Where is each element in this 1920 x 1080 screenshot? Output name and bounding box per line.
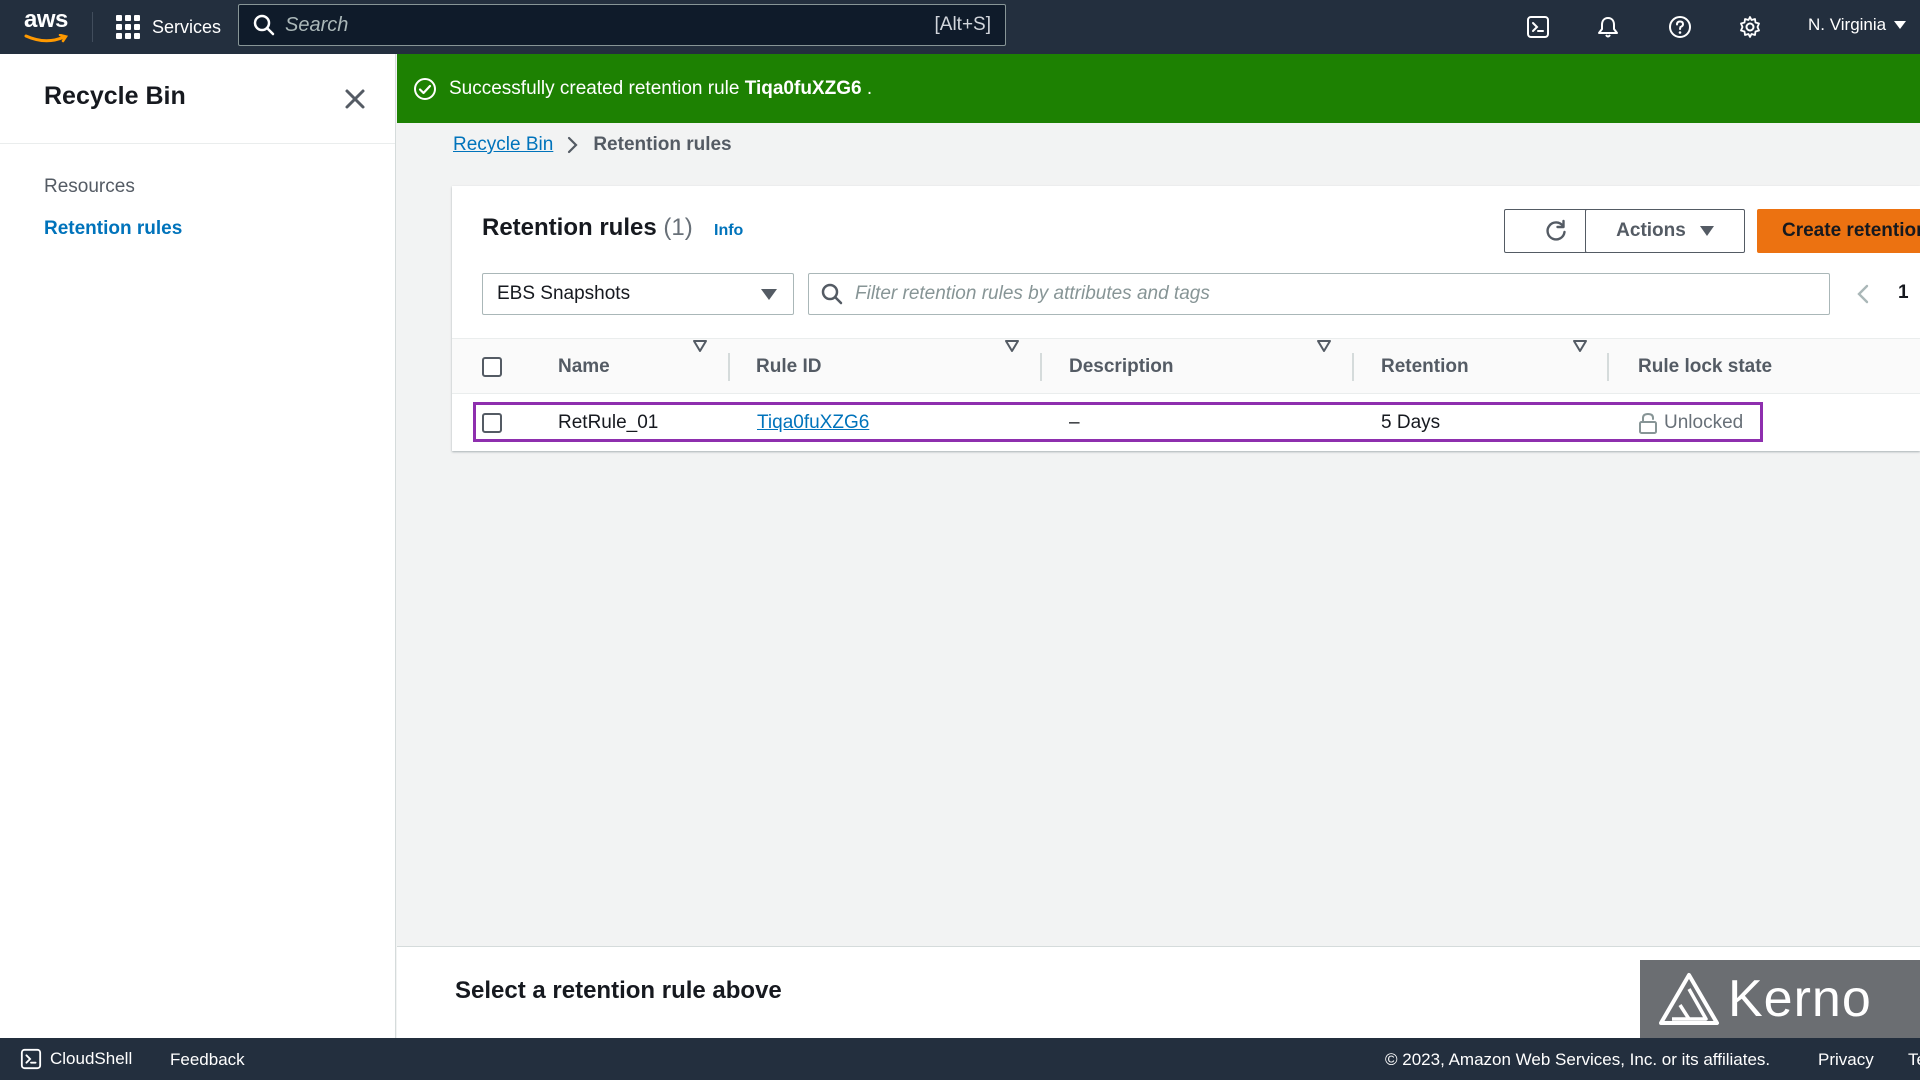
notifications-button[interactable] [1594,13,1622,41]
flash-message-prefix: Successfully created retention rule [449,77,745,99]
column-header-name[interactable]: Name [558,339,610,395]
footer: CloudShell Feedback © 2023, Amazon Web S… [0,1038,1920,1080]
terminal-icon [1527,16,1549,38]
caret-down-icon [1699,226,1714,236]
sidenav-title[interactable]: Recycle Bin [44,82,186,111]
breadcrumb-current: Retention rules [593,134,732,155]
nav-divider [92,12,93,42]
unlocked-icon [1639,412,1657,434]
resource-type-value: EBS Snapshots [497,283,631,304]
rule-id-link[interactable]: Tiqa0fuXZG6 [757,412,869,434]
cell-lock-state: Unlocked [1638,395,1743,450]
cell-description: – [1069,411,1080,433]
lock-state-label: Unlocked [1664,411,1744,433]
create-label: Create retention rule [1782,220,1920,241]
retention-rules-table-panel: Retention rules (1) Info Actions Create … [452,186,1920,451]
kerno-wordmark: Kerno [1728,970,1872,1028]
sort-icon[interactable] [692,339,708,353]
global-search-input[interactable] [285,13,935,37]
caret-down-icon [761,289,777,300]
column-header-retention[interactable]: Retention [1381,339,1469,395]
cloudshell-nav-button[interactable] [1524,13,1552,41]
privacy-link[interactable]: Privacy [1818,1050,1874,1070]
search-icon [821,283,843,305]
panel-title-text: Retention rules [482,214,657,241]
column-label: Retention [1381,356,1469,377]
cell-rule-id: Tiqa0fuXZG6 [757,395,869,450]
settings-button[interactable] [1736,13,1764,41]
filter-box[interactable] [808,273,1830,315]
column-header-rule-id[interactable]: Rule ID [756,339,821,395]
chevron-left-icon[interactable] [1852,282,1876,306]
bell-icon [1598,17,1618,38]
success-flashbar: Successfully created retention rule Tiqa… [397,54,1920,123]
info-link[interactable]: Info [714,222,743,240]
split-panel-title: Select a retention rule above [455,977,782,1004]
column-divider [1607,353,1609,381]
search-icon [253,14,275,36]
actions-dropdown-button[interactable]: Actions [1585,209,1745,253]
table-header: Name Rule ID Description Retention Rule … [452,338,1920,394]
row-checkbox[interactable] [482,413,502,433]
page-number[interactable]: 1 [1898,282,1909,304]
column-divider [728,353,730,381]
refresh-icon [1546,219,1566,241]
create-retention-rule-button[interactable]: Create retention rule [1757,209,1920,253]
region-label: N. Virginia [1808,15,1887,34]
column-header-description[interactable]: Description [1069,339,1174,395]
actions-label: Actions [1616,220,1686,241]
success-check-icon [414,77,436,100]
terminal-icon [20,1048,42,1070]
global-search[interactable]: [Alt+S] [238,4,1006,46]
column-label: Rule lock state [1638,356,1773,377]
breadcrumb: Recycle Bin Retention rules [453,134,732,156]
caret-down-icon [1894,21,1907,29]
sidenav-item-retention-rules[interactable]: Retention rules [44,218,182,240]
aws-smile-icon [24,34,69,43]
select-all-checkbox[interactable] [482,357,502,377]
copyright: © 2023, Amazon Web Services, Inc. or its… [1385,1050,1771,1069]
sidenav-divider [0,143,395,144]
sort-icon[interactable] [1572,339,1588,353]
sidenav-item-resources[interactable]: Resources [44,176,135,198]
sort-icon[interactable] [1316,339,1332,353]
region-selector[interactable]: N. Virginia [1808,15,1907,35]
cloudshell-button[interactable]: CloudShell [20,1048,132,1070]
column-divider [1352,353,1354,381]
chevron-right-icon [568,136,578,154]
grid-icon [116,15,140,39]
search-shortcut: [Alt+S] [934,14,992,35]
flash-rule-id: Tiqa0fuXZG6 [744,77,862,99]
aws-logo[interactable]: aws [24,8,72,46]
kerno-logo-icon [1659,973,1719,1025]
resource-type-select[interactable]: EBS Snapshots [482,273,794,315]
cell-name: RetRule_01 [558,411,659,433]
column-header-rule-lock-state[interactable]: Rule lock state [1638,339,1772,395]
side-navigation: Recycle Bin Resources Retention rules [0,54,396,1038]
gear-icon [1740,16,1760,38]
breadcrumb-recycle-bin[interactable]: Recycle Bin [453,134,553,156]
services-menu-button[interactable]: Services [116,14,221,40]
column-divider [1040,353,1042,381]
panel-title: Retention rules (1) [482,214,693,242]
rule-count: (1) [663,214,693,241]
top-navigation: aws Services [Alt+S] [0,0,1920,54]
flash-message-suffix: . [861,77,873,99]
column-label: Name [558,356,610,377]
column-label: Rule ID [756,356,822,377]
help-button[interactable] [1666,13,1694,41]
feedback-link[interactable]: Feedback [170,1050,245,1070]
sort-icon[interactable] [1004,339,1020,353]
cloudshell-label: CloudShell [50,1049,133,1068]
column-label: Description [1069,356,1174,377]
cell-retention: 5 Days [1381,411,1441,433]
aws-logo-text: aws [24,6,68,33]
help-icon [1669,16,1691,38]
close-icon[interactable] [340,84,370,114]
services-label: Services [152,16,222,37]
filter-input[interactable] [855,283,1829,305]
terms-link[interactable]: Terms [1908,1050,1920,1070]
kerno-watermark: Kerno [1640,960,1920,1038]
